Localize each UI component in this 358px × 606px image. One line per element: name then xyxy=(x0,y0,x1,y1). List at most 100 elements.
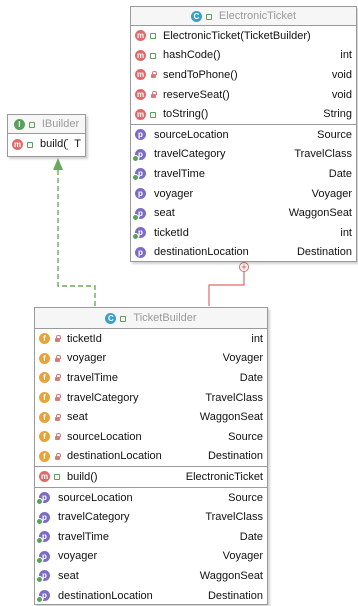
property-row[interactable]: p destinationLocation Destination xyxy=(35,586,267,606)
property-row[interactable]: p seat WaggonSeat xyxy=(131,203,356,223)
private-lock-icon xyxy=(53,373,62,382)
property-row[interactable]: p voyager Voyager xyxy=(35,547,267,567)
public-visibility-icon xyxy=(119,314,128,323)
visibility-spacer xyxy=(149,209,151,218)
property-row[interactable]: p sourceLocation Source xyxy=(131,125,356,145)
field-row[interactable]: f seat WaggonSeat xyxy=(35,407,267,427)
property-name: voyager xyxy=(58,550,98,563)
property-name: destinationLocation xyxy=(154,246,249,259)
field-type: WaggonSeat xyxy=(199,411,263,424)
field-icon: f xyxy=(39,372,50,384)
property-row[interactable]: p travelCategory TravelClass xyxy=(131,145,356,165)
property-row[interactable]: p destinationLocation Destination xyxy=(131,243,356,263)
field-row[interactable]: f voyager Voyager xyxy=(35,349,267,369)
field-row[interactable]: f ticketId int xyxy=(35,329,267,349)
ibuilder-interface-box[interactable]: I IBuilder m build() T xyxy=(7,114,86,157)
property-row[interactable]: p travelTime Date xyxy=(131,164,356,184)
field-row[interactable]: f travelCategory TravelClass xyxy=(35,388,267,408)
constructor-row[interactable]: m ElectronicTicket(TicketBuilder) xyxy=(131,26,356,46)
ticket-builder-properties: p sourceLocation Source p travelCategory… xyxy=(35,488,267,606)
ticket-builder-methods: m build() ElectronicTicket xyxy=(35,467,267,488)
property-type: Date xyxy=(239,530,263,543)
property-row[interactable]: p seat WaggonSeat xyxy=(35,566,267,586)
method-name: reserveSeat() xyxy=(163,88,230,101)
property-row[interactable]: p travelTime Date xyxy=(35,527,267,547)
ticket-builder-class-box[interactable]: C TicketBuilder f ticketId int f voyager… xyxy=(34,307,268,605)
method-icon: m xyxy=(135,49,146,61)
field-row[interactable]: f travelTime Date xyxy=(35,368,267,388)
property-row[interactable]: p travelCategory TravelClass xyxy=(35,507,267,527)
property-type: TravelClass xyxy=(205,511,263,524)
method-name: ElectronicTicket(TicketBuilder) xyxy=(163,29,311,42)
field-row[interactable]: f destinationLocation Destination xyxy=(35,447,267,467)
ticket-builder-fields: f ticketId int f voyager Voyager f trave… xyxy=(35,329,267,468)
method-row[interactable]: m build() ElectronicTicket xyxy=(35,467,267,487)
visibility-spacer xyxy=(53,493,55,502)
property-row[interactable]: p ticketId int xyxy=(131,223,356,243)
method-row[interactable]: m hashCode() int xyxy=(131,46,356,66)
public-visibility-icon xyxy=(149,110,158,119)
method-name: hashCode() xyxy=(163,49,221,62)
realization-arrow-head xyxy=(53,158,63,170)
field-row[interactable]: f sourceLocation Source xyxy=(35,427,267,447)
private-lock-icon xyxy=(53,432,62,441)
private-lock-icon xyxy=(149,70,158,79)
method-row[interactable]: m build() T xyxy=(8,134,85,154)
method-icon: m xyxy=(135,89,146,101)
property-type: WaggonSeat xyxy=(288,207,352,220)
method-name: build() xyxy=(40,138,69,150)
private-lock-icon xyxy=(53,452,62,461)
property-type: Destination xyxy=(207,589,263,602)
property-icon: p xyxy=(36,590,50,604)
public-visibility-icon xyxy=(26,140,35,149)
public-visibility-icon xyxy=(205,12,214,21)
property-icon: p xyxy=(36,531,50,545)
method-return-type: ElectronicTicket xyxy=(185,470,263,483)
field-type: Destination xyxy=(207,450,263,463)
property-name: travelTime xyxy=(58,530,109,543)
property-name: destinationLocation xyxy=(58,589,153,602)
visibility-spacer xyxy=(149,189,151,198)
visibility-spacer xyxy=(149,150,151,159)
electronic-ticket-header: C ElectronicTicket xyxy=(131,7,356,26)
public-visibility-icon xyxy=(149,51,158,60)
electronic-ticket-properties: p sourceLocation Source p travelCategory… xyxy=(131,125,356,262)
field-icon: f xyxy=(39,333,50,345)
property-icon: p xyxy=(132,148,146,162)
property-name: sourceLocation xyxy=(58,491,133,504)
property-type: int xyxy=(340,226,352,239)
visibility-spacer xyxy=(53,571,55,580)
method-icon: m xyxy=(135,108,146,120)
private-lock-icon xyxy=(149,90,158,99)
method-row[interactable]: m toString() String xyxy=(131,104,356,124)
method-row[interactable]: m sendToPhone() void xyxy=(131,65,356,85)
property-icon: p xyxy=(36,570,50,584)
property-type: Source xyxy=(317,128,352,141)
composition-line xyxy=(208,267,245,306)
method-return-type: String xyxy=(323,108,352,121)
field-name: ticketId xyxy=(67,332,102,345)
field-type: Voyager xyxy=(222,352,263,365)
field-type: int xyxy=(251,332,263,345)
property-row[interactable]: p voyager Voyager xyxy=(131,184,356,204)
property-icon: p xyxy=(135,129,146,141)
electronic-ticket-title: ElectronicTicket xyxy=(218,10,297,22)
field-icon: f xyxy=(39,392,50,404)
realization-arrow-line xyxy=(57,170,96,306)
ibuilder-title: IBuilder xyxy=(41,118,80,130)
property-icon: p xyxy=(132,168,146,182)
property-icon: p xyxy=(135,246,146,258)
electronic-ticket-class-box[interactable]: C ElectronicTicket m ElectronicTicket(Ti… xyxy=(130,6,357,262)
property-type: Date xyxy=(328,167,352,180)
method-return-type: void xyxy=(331,68,352,81)
method-row[interactable]: m reserveSeat() void xyxy=(131,85,356,105)
visibility-spacer xyxy=(149,228,151,237)
method-icon: m xyxy=(135,30,146,42)
property-icon: p xyxy=(36,492,50,506)
public-visibility-icon xyxy=(28,120,37,129)
ibuilder-methods: m build() T xyxy=(8,134,85,154)
property-name: voyager xyxy=(154,187,194,200)
field-icon: f xyxy=(39,450,50,462)
property-row[interactable]: p sourceLocation Source xyxy=(35,488,267,508)
property-name: seat xyxy=(154,207,175,220)
